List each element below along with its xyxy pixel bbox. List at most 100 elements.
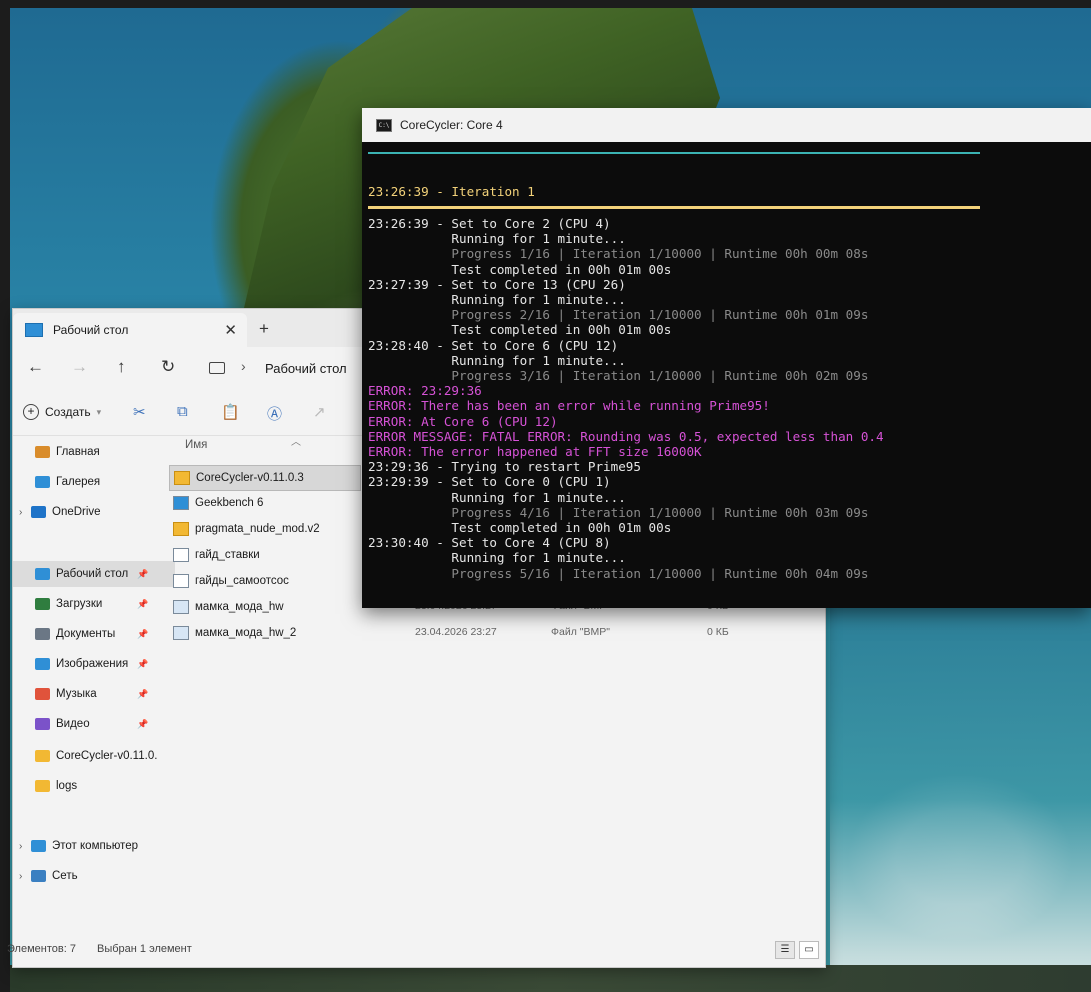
chevron-right-icon[interactable]: › (19, 841, 22, 852)
sort-ascending-icon: ︿ (291, 437, 301, 448)
console-line: 23:29:39 - Set to Core 0 (CPU 1) (368, 474, 611, 490)
folder-icon (174, 471, 190, 485)
paste-icon[interactable]: 📋 (221, 403, 240, 421)
home-icon (35, 446, 50, 458)
desktop-icon (25, 323, 43, 337)
selection-count: Выбран 1 элемент (97, 943, 192, 955)
pin-icon: 📌 (137, 598, 149, 609)
iteration-divider (368, 206, 980, 209)
sidebar-item[interactable]: › OneDrive (13, 499, 101, 525)
file-name-cell: мамка_мода_hw (169, 595, 359, 619)
console-line: Progress 5/16 | Iteration 1/10000 | Runt… (368, 565, 869, 581)
sidebar-item[interactable]: Музыка 📌 (13, 681, 148, 707)
sidebar-item-label: Этот компьютер (52, 840, 138, 852)
details-view-icon[interactable]: ☰ (775, 941, 795, 959)
sidebar-item-label: CoreCycler-v0.11.0. (56, 750, 158, 762)
pin-icon: 📌 (137, 718, 149, 729)
create-button[interactable]: + Создать ▾ (23, 404, 101, 420)
file-name: мамка_мода_hw_2 (195, 627, 297, 639)
console-line: Test completed in 00h 01m 00s (368, 520, 672, 535)
plus-icon: + (23, 404, 39, 420)
download-icon (35, 598, 50, 610)
cut-icon[interactable]: ✂ (133, 403, 146, 421)
bmp-icon (173, 600, 189, 614)
sidebar-item[interactable]: › Сеть (13, 863, 78, 889)
file-name: гайд_ставки (195, 549, 260, 561)
console-line: 23:27:39 - Set to Core 13 (CPU 26) (368, 276, 626, 292)
console-line: ERROR: There has been an error while run… (368, 398, 770, 414)
documents-icon (35, 628, 50, 640)
sidebar-item[interactable]: Видео 📌 (13, 711, 148, 737)
chevron-right-icon[interactable]: › (19, 871, 22, 882)
sidebar-item[interactable]: Загрузки 📌 (13, 591, 148, 617)
address-bar[interactable]: Рабочий стол (265, 361, 347, 376)
file-name: Geekbench 6 (195, 497, 264, 509)
chevron-right-icon[interactable]: › (19, 507, 22, 518)
sidebar-item[interactable]: logs (13, 773, 77, 799)
console-line: Progress 2/16 | Iteration 1/10000 | Runt… (368, 307, 869, 323)
console-line: Running for 1 minute... (368, 231, 626, 247)
chevron-down-icon: ▾ (96, 406, 102, 417)
console-title: CoreCycler: Core 4 (400, 118, 503, 132)
top-divider (368, 152, 980, 154)
file-name-cell: CoreCycler-v0.11.0.3 (169, 465, 361, 491)
sidebar-item-label: logs (56, 780, 78, 792)
sidebar-item-label: Документы (56, 628, 116, 640)
sidebar-item[interactable]: CoreCycler-v0.11.0. (13, 743, 157, 769)
console-line: Progress 4/16 | Iteration 1/10000 | Runt… (368, 504, 869, 520)
file-size: 0 КБ (707, 626, 729, 638)
console-line: Test completed in 00h 01m 00s (368, 322, 672, 338)
console-line: Running for 1 minute... (368, 489, 626, 505)
refresh-icon[interactable]: ↻ (161, 357, 175, 377)
iteration-header: 23:26:39 - Iteration 1 (368, 184, 535, 199)
file-row[interactable]: мамка_мода_hw_2 23.04.2026 23:27 Файл "BMP… (169, 621, 809, 647)
sidebar-item-label: Галерея (56, 476, 101, 488)
explorer-tab[interactable]: Рабочий стол ✕ (13, 313, 247, 347)
sidebar-item-label: Изображения (56, 658, 129, 670)
folder-icon (173, 522, 189, 536)
sidebar-item[interactable]: › Этот компьютер (13, 833, 138, 859)
back-arrow-icon[interactable]: ← (27, 357, 44, 377)
cloud-icon (31, 506, 46, 518)
console-line: ERROR: 23:29:36 (368, 383, 482, 399)
new-tab-button[interactable]: + (259, 319, 269, 339)
console-line: 23:29:36 - Trying to restart Prime95 (368, 459, 641, 475)
console-line: Progress 1/16 | Iteration 1/10000 | Runt… (368, 246, 869, 262)
tiles-view-icon[interactable]: ▭ (799, 941, 819, 959)
sidebar-item[interactable]: Рабочий стол 📌 (13, 561, 175, 587)
sidebar-item-label: Рабочий стол (56, 568, 129, 580)
file-name-cell: pragmata_nude_mod.v2 (169, 517, 359, 541)
column-header-name[interactable]: Имя (185, 439, 207, 451)
file-name: CoreCycler-v0.11.0.3 (196, 472, 304, 484)
images-icon (35, 658, 50, 670)
close-tab-icon[interactable]: ✕ (224, 321, 237, 339)
sidebar-item[interactable]: Главная (13, 439, 100, 465)
forward-arrow-icon[interactable]: → (71, 357, 88, 377)
rename-icon[interactable]: Ⓐ (267, 403, 282, 424)
sidebar-item[interactable]: Изображения 📌 (13, 651, 148, 677)
console-titlebar: C:\ CoreCycler: Core 4 (362, 108, 1091, 142)
shortcut-icon (173, 496, 189, 510)
file-name: pragmata_nude_mod.v2 (195, 523, 320, 535)
console-line: 23:30:40 - Set to Core 4 (CPU 8) (368, 535, 611, 551)
sidebar-item[interactable]: Галерея (13, 469, 100, 495)
file-icon (173, 574, 189, 588)
console-line: Running for 1 minute... (368, 550, 626, 566)
create-label: Создать (45, 405, 91, 419)
file-name-cell: мамка_мода_hw_2 (169, 621, 359, 645)
share-icon[interactable]: ↗ (313, 403, 326, 421)
console-line: Progress 3/16 | Iteration 1/10000 | Runt… (368, 368, 869, 383)
computer-icon (31, 840, 46, 852)
sidebar-item-label: Музыка (56, 688, 97, 700)
folder-icon (35, 780, 50, 792)
chevron-right-icon[interactable]: › (241, 358, 246, 374)
up-arrow-icon[interactable]: ↑ (117, 357, 126, 377)
console-line: ERROR: At Core 6 (CPU 12) (368, 413, 558, 429)
copy-icon[interactable]: ⧉ (177, 403, 188, 420)
navigation-pane: Главная Галерея › OneDrive Рабочий стол 📌 Загр… (13, 435, 175, 935)
pin-icon: 📌 (137, 658, 149, 669)
console-line: Running for 1 minute... (368, 292, 626, 307)
console-line: Test completed in 00h 01m 00s (368, 261, 672, 277)
sidebar-item[interactable]: Документы 📌 (13, 621, 148, 647)
console-line: ERROR: The error happened at FFT size 16… (368, 444, 702, 459)
